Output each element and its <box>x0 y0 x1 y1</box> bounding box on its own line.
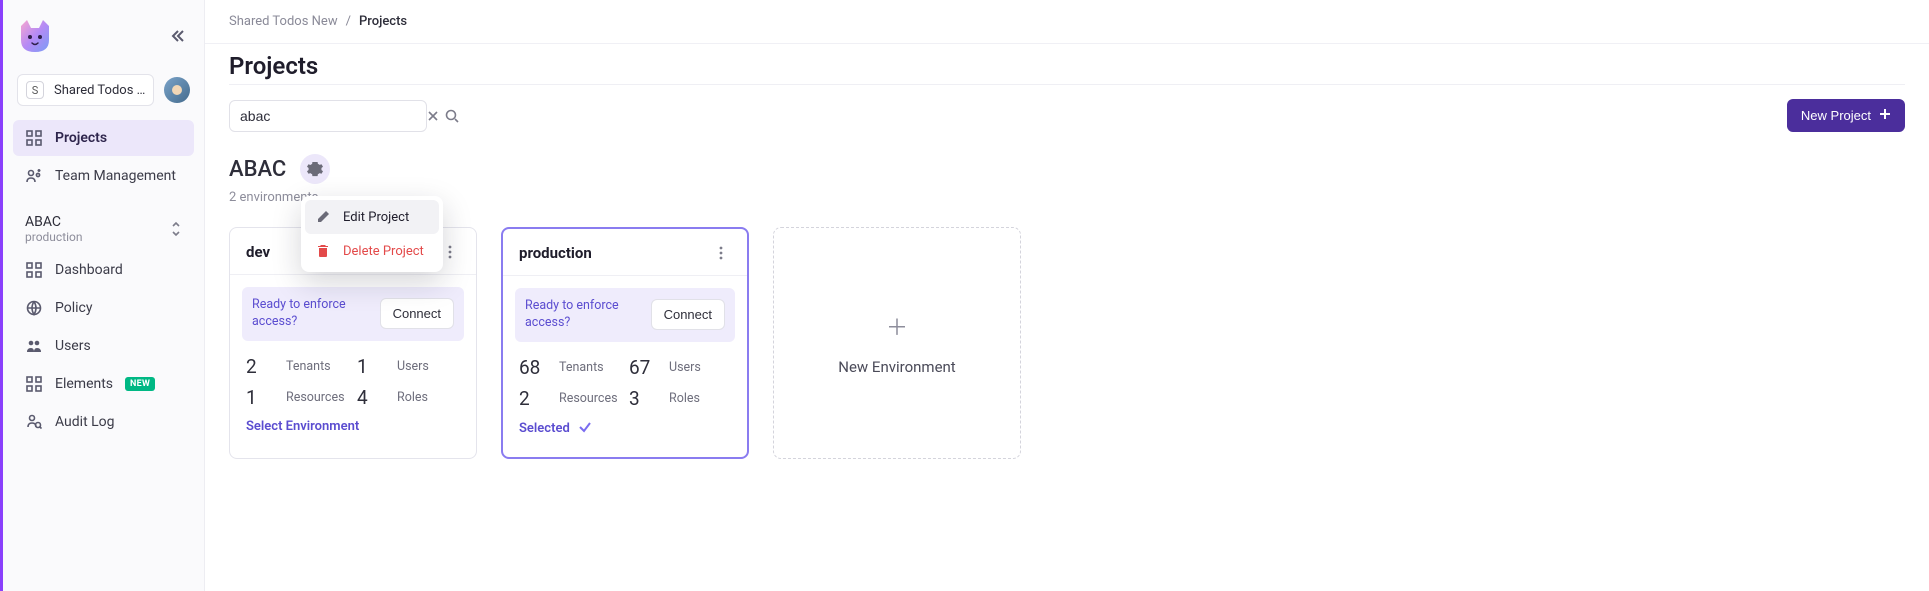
sidebar-item-label: Policy <box>55 300 93 316</box>
menu-item-label: Delete Project <box>343 244 424 259</box>
stat-roles-label: Roles <box>397 390 460 405</box>
avatar[interactable] <box>164 77 190 103</box>
project-settings-button[interactable] <box>300 154 330 184</box>
audit-icon <box>25 413 43 431</box>
sidebar-item-label: Projects <box>55 130 107 146</box>
stat-users-label: Users <box>397 359 460 374</box>
page-title: Projects <box>229 52 318 80</box>
sidebar-item-label: Team Management <box>55 168 176 184</box>
sidebar: S Shared Todos … Projects Team Managemen… <box>3 0 205 591</box>
trash-icon <box>315 243 331 259</box>
app-logo <box>17 18 53 54</box>
stat-roles-label: Roles <box>669 391 731 406</box>
new-project-label: New Project <box>1801 108 1871 123</box>
main-content: Shared Todos New / Projects Projects New… <box>205 0 1929 591</box>
sidebar-item-label: Users <box>55 338 91 354</box>
stat-tenants-value: 2 <box>246 355 278 378</box>
stat-tenants-label: Tenants <box>559 360 621 375</box>
grid-icon <box>25 129 43 147</box>
environment-more-button[interactable] <box>711 243 731 263</box>
stat-tenants-value: 68 <box>519 356 551 379</box>
project-context-menu: Edit Project Delete Project <box>301 196 443 272</box>
environment-name: dev <box>246 243 270 261</box>
sidebar-item-label: Dashboard <box>55 262 123 278</box>
current-project-name: ABAC <box>25 214 83 230</box>
breadcrumb-separator: / <box>346 14 351 29</box>
selected-environment-indicator: Selected <box>515 420 735 438</box>
search-input[interactable] <box>240 108 421 124</box>
environment-count: 2 environments <box>229 190 1905 205</box>
sidebar-item-elements[interactable]: Elements NEW <box>13 366 194 402</box>
elements-icon <box>25 375 43 393</box>
environment-card-production[interactable]: production Ready to enforce access? Conn… <box>501 227 749 459</box>
sidebar-item-team-management[interactable]: Team Management <box>13 158 194 194</box>
stat-resources-label: Resources <box>559 391 621 406</box>
stat-resources-label: Resources <box>286 390 349 405</box>
clear-search-icon[interactable] <box>427 108 439 124</box>
new-project-button[interactable]: New Project <box>1787 99 1905 132</box>
workspace-name: Shared Todos … <box>54 83 145 98</box>
team-icon <box>25 167 43 185</box>
collapse-sidebar-button[interactable] <box>166 24 190 48</box>
users-icon <box>25 337 43 355</box>
menu-item-label: Edit Project <box>343 210 409 225</box>
chevron-up-down-icon <box>170 221 182 237</box>
stat-users-label: Users <box>669 360 731 375</box>
search-box[interactable] <box>229 100 427 132</box>
new-badge: NEW <box>125 377 155 391</box>
breadcrumb: Shared Todos New / Projects <box>229 14 1905 29</box>
enforce-text: Ready to enforce access? <box>525 298 643 332</box>
stat-tenants-label: Tenants <box>286 359 349 374</box>
sidebar-item-label: Audit Log <box>55 414 115 430</box>
menu-item-edit-project[interactable]: Edit Project <box>305 200 439 234</box>
sidebar-item-audit-log[interactable]: Audit Log <box>13 404 194 440</box>
new-environment-card[interactable]: ＋ New Environment <box>773 227 1021 459</box>
enforce-banner: Ready to enforce access? Connect <box>515 288 735 342</box>
current-environment-name: production <box>25 230 83 244</box>
stat-users-value: 1 <box>357 355 389 378</box>
select-environment-link[interactable]: Select Environment <box>242 419 464 434</box>
environment-name: production <box>519 244 592 262</box>
enforce-text: Ready to enforce access? <box>252 297 372 331</box>
stat-roles-value: 4 <box>357 386 389 409</box>
breadcrumb-root[interactable]: Shared Todos New <box>229 14 338 29</box>
globe-icon <box>25 299 43 317</box>
search-icon[interactable] <box>445 108 459 124</box>
project-name: ABAC <box>229 157 286 182</box>
sidebar-item-projects[interactable]: Projects <box>13 120 194 156</box>
project-environment-switcher[interactable]: ABAC production <box>13 210 194 252</box>
sidebar-item-users[interactable]: Users <box>13 328 194 364</box>
workspace-letter: S <box>26 81 44 99</box>
gear-icon <box>307 161 323 177</box>
plus-icon: ＋ <box>886 310 908 342</box>
environment-more-button[interactable] <box>440 242 460 262</box>
stat-resources-value: 2 <box>519 387 551 410</box>
workspace-switcher[interactable]: S Shared Todos … <box>17 74 154 106</box>
stat-roles-value: 3 <box>629 387 661 410</box>
new-environment-label: New Environment <box>838 358 955 376</box>
sidebar-item-policy[interactable]: Policy <box>13 290 194 326</box>
stat-users-value: 67 <box>629 356 661 379</box>
sidebar-item-dashboard[interactable]: Dashboard <box>13 252 194 288</box>
plus-icon <box>1879 108 1891 123</box>
grid-icon <box>25 261 43 279</box>
breadcrumb-current: Projects <box>359 14 407 29</box>
stat-resources-value: 1 <box>246 386 278 409</box>
connect-button[interactable]: Connect <box>651 299 725 330</box>
menu-item-delete-project[interactable]: Delete Project <box>305 234 439 268</box>
connect-button[interactable]: Connect <box>380 298 454 329</box>
enforce-banner: Ready to enforce access? Connect <box>242 287 464 341</box>
pencil-icon <box>315 209 331 225</box>
sidebar-item-label: Elements <box>55 376 113 392</box>
check-icon <box>578 420 592 438</box>
